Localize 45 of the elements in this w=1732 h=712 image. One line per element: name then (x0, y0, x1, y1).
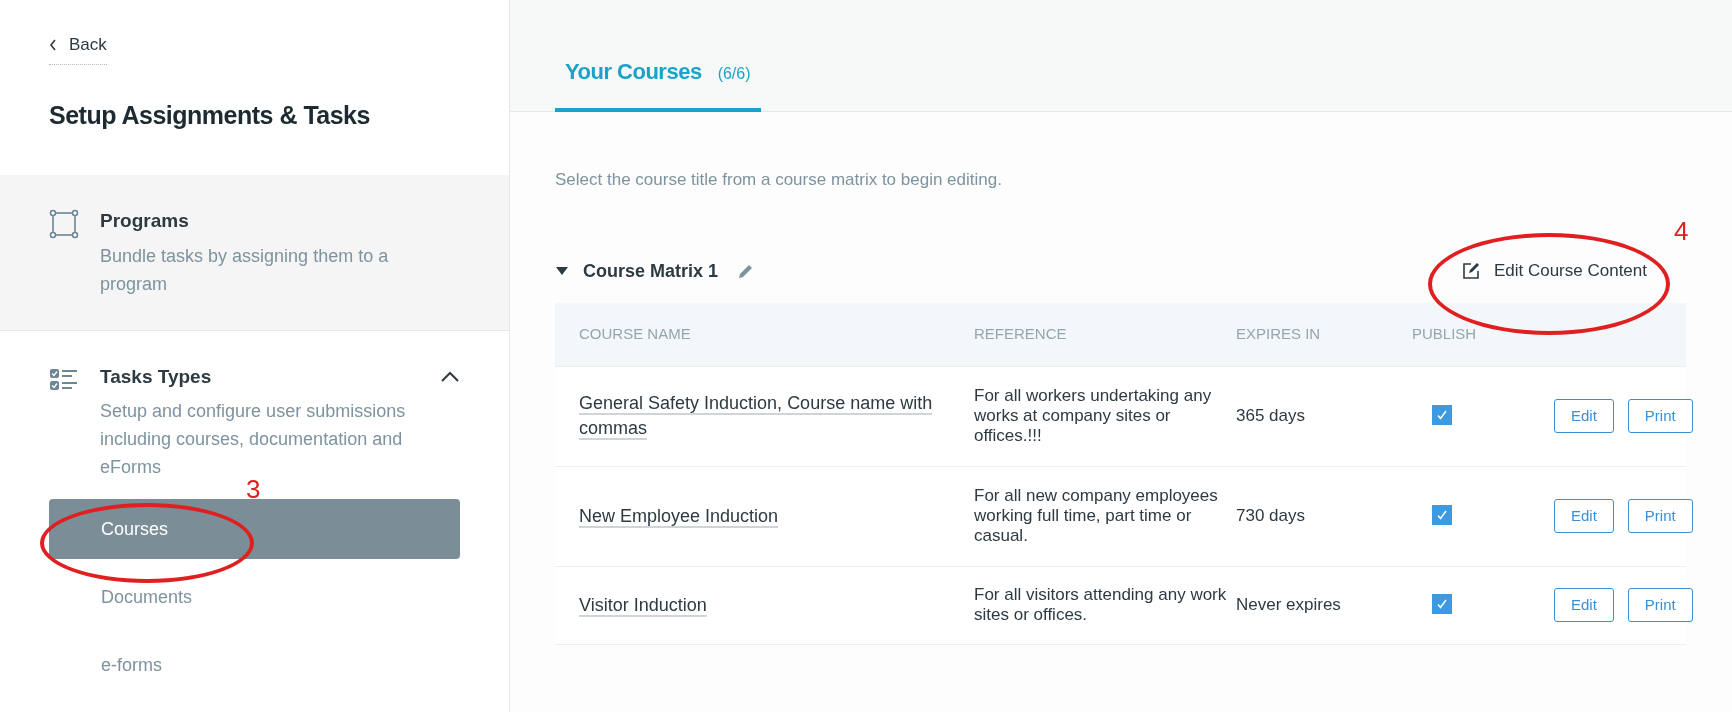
table-cell-text: Never expires (1236, 594, 1342, 617)
column-header: REFERENCE (974, 323, 1068, 344)
edit-button[interactable]: Edit (1554, 499, 1614, 533)
course-link[interactable]: Visitor Induction (579, 592, 964, 618)
sidebar-title: Setup Assignments & Tasks (49, 99, 371, 131)
chevron-up-icon[interactable] (440, 370, 460, 383)
publish-checkbox[interactable] (1432, 405, 1452, 425)
checklist-icon (49, 366, 79, 393)
nav-item[interactable]: Documents (49, 567, 460, 627)
instruction-text: Select the course title from a course matrix to begin editing. (555, 169, 1003, 191)
frame-icon (49, 209, 79, 239)
table-cell-text: For all workers undertaking any works at company sites or offices.!!! (974, 386, 1213, 446)
publish-checkbox[interactable] (1432, 594, 1452, 614)
print-button[interactable]: Print (1627, 399, 1693, 433)
print-button[interactable]: Print (1627, 499, 1693, 533)
annotation-number: 4 (1674, 215, 1689, 248)
print-button[interactable]: Print (1627, 588, 1693, 622)
matrix-title: Course Matrix 1 (583, 259, 719, 283)
edit-button[interactable]: Edit (1554, 588, 1614, 622)
section-title: Programs (100, 209, 190, 233)
edit-button[interactable]: Edit (1554, 399, 1614, 433)
edit-icon (1461, 262, 1480, 280)
nav-item[interactable]: Courses (49, 499, 460, 559)
column-header: PUBLISH (1412, 323, 1478, 344)
section-description: Bundle tasks by assigning them to a program (100, 244, 390, 296)
checkmark-icon (1436, 409, 1448, 421)
tab[interactable]: Your Courses (6/6) (555, 55, 761, 112)
publish-checkbox[interactable] (1432, 505, 1452, 525)
section-title: Tasks Types (100, 364, 213, 389)
edit-course-content-button[interactable]: Edit Course Content (1461, 258, 1647, 284)
sidebar-section[interactable]: Programs Bundle tasks by assigning them to a program (0, 175, 509, 331)
checkmark-icon (1436, 598, 1448, 610)
table-cell-text: 730 days (1236, 505, 1306, 528)
nav-item[interactable]: e-forms (49, 635, 460, 695)
course-link[interactable]: General Safety Induction, Course name with commas (579, 391, 964, 441)
table-cell-text: For all new company employees working full time, part time or casual. (974, 486, 1219, 546)
caret-down-icon[interactable] (555, 266, 569, 276)
course-link[interactable]: New Employee Induction (579, 503, 964, 529)
column-header: EXPIRES IN (1236, 323, 1322, 344)
table-cell-text: For all visitors attending any work sites or offices. (974, 585, 1228, 625)
chevron-left-icon (49, 38, 57, 51)
checkmark-icon (1436, 509, 1448, 521)
column-header: COURSE NAME (579, 323, 692, 344)
table-cell-text: 365 days (1236, 405, 1306, 428)
back-link[interactable]: Back (49, 32, 107, 65)
